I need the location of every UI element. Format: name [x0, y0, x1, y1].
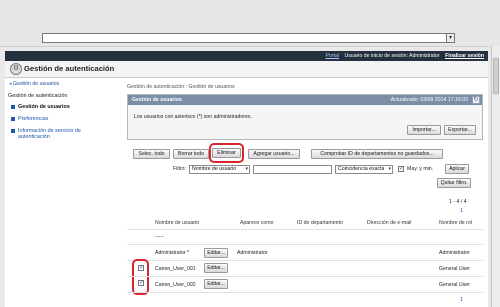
- import-button[interactable]: Importar...: [407, 125, 441, 135]
- portal-link[interactable]: Portal: [325, 53, 339, 59]
- panel-header: Gestión de usuarios Actualizado: 03/09 2…: [128, 95, 482, 105]
- sidebar-item-user-management[interactable]: Gestión de usuarios: [11, 104, 70, 110]
- address-bar[interactable]: [42, 33, 450, 43]
- row-checkbox[interactable]: [138, 279, 144, 286]
- admin-note: Los usuarios con asterisco (*) son admin…: [134, 114, 252, 120]
- table-divider: [127, 276, 483, 277]
- scrollbar-thumb[interactable]: [493, 58, 499, 94]
- case-sensitive-checkbox[interactable]: [398, 165, 404, 172]
- bullet-icon: [11, 105, 15, 109]
- logout-link[interactable]: Finalizar sesión: [445, 53, 484, 59]
- row-username: Canon_User_001: [155, 266, 196, 272]
- row-role: General User: [439, 266, 470, 272]
- edit-button[interactable]: Editar...: [204, 248, 228, 258]
- refresh-icon[interactable]: ↻: [472, 96, 480, 104]
- page-header: ⚙ Gestión de autenticación: [5, 61, 488, 78]
- panel-title: Gestión de usuarios: [132, 97, 182, 103]
- select-all-button[interactable]: Selec. todo: [133, 149, 170, 159]
- row-username: Administrator *: [155, 250, 190, 256]
- clear-all-button[interactable]: Borrar todo: [173, 149, 209, 159]
- case-sensitive-label: May. y min.: [407, 166, 434, 172]
- bullet-icon: [11, 129, 15, 133]
- bullet-icon: [11, 117, 15, 121]
- filter-label: Filtro:: [173, 166, 186, 172]
- pagination-range: 1 - 4 / 4: [449, 199, 467, 205]
- table-divider: [127, 260, 483, 261]
- col-username[interactable]: Nombre de usuario: [155, 220, 199, 226]
- filter-match-select[interactable]: Coincidencia exacta ▾: [335, 165, 393, 174]
- row-username: Canon_User_002: [155, 282, 196, 288]
- sidebar-back-link[interactable]: ◂ Gestión de usuarios: [9, 81, 59, 87]
- chevron-down-icon: ▾: [245, 166, 248, 172]
- apply-filter-button[interactable]: Aplicar: [445, 164, 469, 174]
- edit-button[interactable]: Editar...: [204, 279, 228, 289]
- row-username: -----: [155, 234, 164, 240]
- login-user-text: Usuario de inicio de sesión: Administrat…: [344, 53, 440, 59]
- export-button[interactable]: Exportar...: [444, 125, 476, 135]
- edit-button[interactable]: Editar...: [204, 263, 228, 273]
- col-role: Nombre de rol: [439, 220, 472, 226]
- table-divider: [127, 292, 483, 293]
- col-dept-id: ID de departamento: [297, 220, 343, 226]
- table-divider: [127, 244, 483, 245]
- row-checkbox[interactable]: [138, 264, 144, 271]
- pagination-page-bottom[interactable]: 1: [460, 297, 463, 303]
- top-navbar: Portal Usuario de inicio de sesión: Admi…: [5, 51, 488, 61]
- delete-button[interactable]: Eliminar: [212, 148, 241, 158]
- table-divider: [127, 229, 483, 230]
- breadcrumb: Gestión de autenticación : Gestión de us…: [127, 84, 235, 90]
- row-role: Administrator: [439, 250, 470, 256]
- col-email: Dirección de e-mail: [367, 220, 412, 226]
- filter-field-select[interactable]: Nombre de usuario ▾: [189, 165, 250, 174]
- row-display-name: Administrator: [237, 250, 268, 256]
- page-title: Gestión de autenticación: [24, 64, 115, 73]
- chevron-down-icon: ▾: [388, 166, 391, 172]
- chevron-down-icon: ▾: [448, 35, 452, 41]
- filter-value-input[interactable]: [253, 165, 332, 174]
- scrollbar[interactable]: [491, 46, 500, 307]
- remove-filter-button[interactable]: Quitar filtro.: [437, 178, 471, 188]
- sidebar-item-preferences[interactable]: Preferencias: [11, 116, 48, 122]
- sidebar-item-auth-service-info[interactable]: Información de servicio de autenticación: [11, 128, 81, 140]
- updated-timestamp: Actualizado: 03/09 2014 17:16:03: [390, 97, 468, 103]
- check-dept-ids-button[interactable]: Comprobar ID de departamentos no guardad…: [311, 149, 443, 159]
- address-dropdown-button[interactable]: ▾: [446, 33, 455, 43]
- add-user-button[interactable]: Agregar usuario...: [248, 149, 300, 159]
- user-management-panel: Gestión de usuarios Actualizado: 03/09 2…: [127, 94, 483, 140]
- gear-icon: ⚙: [10, 63, 22, 75]
- sidebar-section-title: Gestión de autenticación: [8, 93, 68, 99]
- pagination-page[interactable]: 1: [460, 208, 463, 214]
- col-display-name: Aparece como: [240, 220, 274, 226]
- row-role: General User: [439, 282, 470, 288]
- sidebar: ◂ Gestión de usuarios Gestión de autenti…: [5, 78, 122, 307]
